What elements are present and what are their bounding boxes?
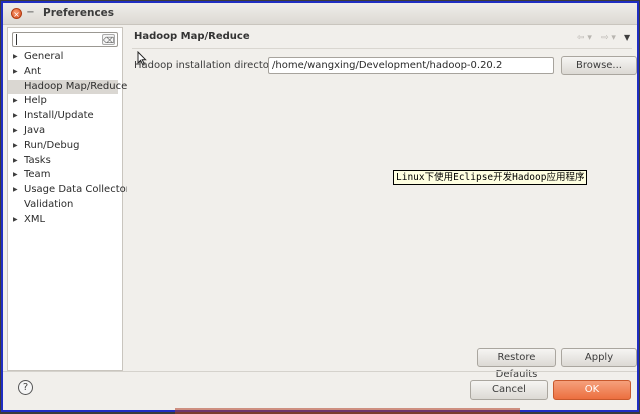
tree-item-help[interactable]: ▶ Help [8,94,122,109]
ok-button[interactable]: OK [553,380,631,400]
install-dir-field[interactable]: /home/wangxing/Development/hadoop-0.20.2 [268,57,554,74]
browse-button[interactable]: Browse... [561,56,637,75]
tree-item-general[interactable]: ▶ General [8,50,122,65]
cancel-button[interactable]: Cancel [470,380,548,400]
expand-arrow-icon[interactable]: ▶ [13,109,18,124]
tree-item-label: Run/Debug [24,139,80,151]
text-caret [16,34,17,45]
tree-item-label: Tasks [24,154,51,166]
clear-filter-icon[interactable]: ⌫ [102,34,115,45]
help-icon[interactable]: ? [18,380,33,395]
tooltip: Linux下使用Eclipse开发Hadoop应用程序 [393,170,588,185]
window-minimize-button[interactable]: − [25,8,36,19]
tree-item-label: Validation [24,198,74,210]
tree-item-label: General [24,51,64,62]
window-close-button[interactable]: × [11,8,22,19]
page-title: Hadoop Map/Reduce [134,31,250,42]
tree-item-xml[interactable]: ▶ XML [8,213,122,228]
tree-item-label: Help [24,95,47,107]
footer-divider [3,371,637,372]
expand-arrow-icon[interactable]: ▶ [13,94,18,109]
tree-item-validation[interactable]: Validation [8,198,122,213]
tree-item-label: Usage Data Collector [24,184,130,196]
back-icon[interactable]: ⇦ ▾ [577,33,592,43]
expand-arrow-icon[interactable]: ▶ [13,124,18,139]
expand-arrow-icon[interactable]: ▶ [13,213,18,228]
tree-item-label: Install/Update [24,110,94,122]
window-title: Preferences [43,7,115,19]
tree-item-java[interactable]: ▶ Java [8,124,122,139]
tree-item-label: Team [24,169,51,181]
expand-arrow-icon[interactable]: ▶ [13,183,18,198]
background-window-strip [175,408,520,414]
tree-item-label: XML [24,213,46,225]
preferences-tree: ▶ General ▶ Ant Hadoop Map/Reduce ▶ Help… [8,50,130,228]
preferences-window: × − Preferences ⌫ ▶ General ▶ Ant Hadoop… [1,1,639,412]
expand-arrow-icon[interactable]: ▶ [13,154,18,169]
expand-arrow-icon[interactable]: ▶ [13,65,18,80]
install-dir-label: Hadoop installation directory: [134,60,282,71]
view-menu-icon[interactable]: ▼ [624,33,630,42]
mouse-pointer-icon [137,51,147,65]
expand-arrow-icon[interactable]: ▶ [13,139,18,154]
tree-item-label: Hadoop Map/Reduce [24,80,128,92]
tree-item-ant[interactable]: ▶ Ant [8,65,122,80]
tree-item-label: Java [24,124,46,136]
restore-defaults-button[interactable]: Restore Defaults [477,348,556,380]
tree-item-usage-data-collector[interactable]: ▶ Usage Data Collector [8,183,130,198]
tree-item-tasks[interactable]: ▶ Tasks [8,154,122,169]
tree-item-run-debug[interactable]: ▶ Run/Debug [8,139,122,154]
title-bar: × − Preferences [3,3,637,25]
tree-item-team[interactable]: ▶ Team [8,168,122,183]
expand-arrow-icon[interactable]: ▶ [13,50,18,65]
apply-button[interactable]: Apply [561,348,637,367]
tree-item-hadoop-map-reduce[interactable]: Hadoop Map/Reduce [8,79,127,95]
tree-item-label: Ant [24,65,42,77]
preference-page: Hadoop Map/Reduce ⇦ ▾ ⇨ ▾ ▼ Hadoop insta… [127,27,637,380]
expand-arrow-icon[interactable]: ▶ [13,168,18,183]
forward-icon[interactable]: ⇨ ▾ [601,33,616,43]
title-separator [132,48,632,49]
filter-input[interactable]: ⌫ [12,32,118,47]
tree-item-install-update[interactable]: ▶ Install/Update [8,109,122,124]
preferences-tree-panel: ⌫ ▶ General ▶ Ant Hadoop Map/Reduce ▶ He… [7,27,130,371]
